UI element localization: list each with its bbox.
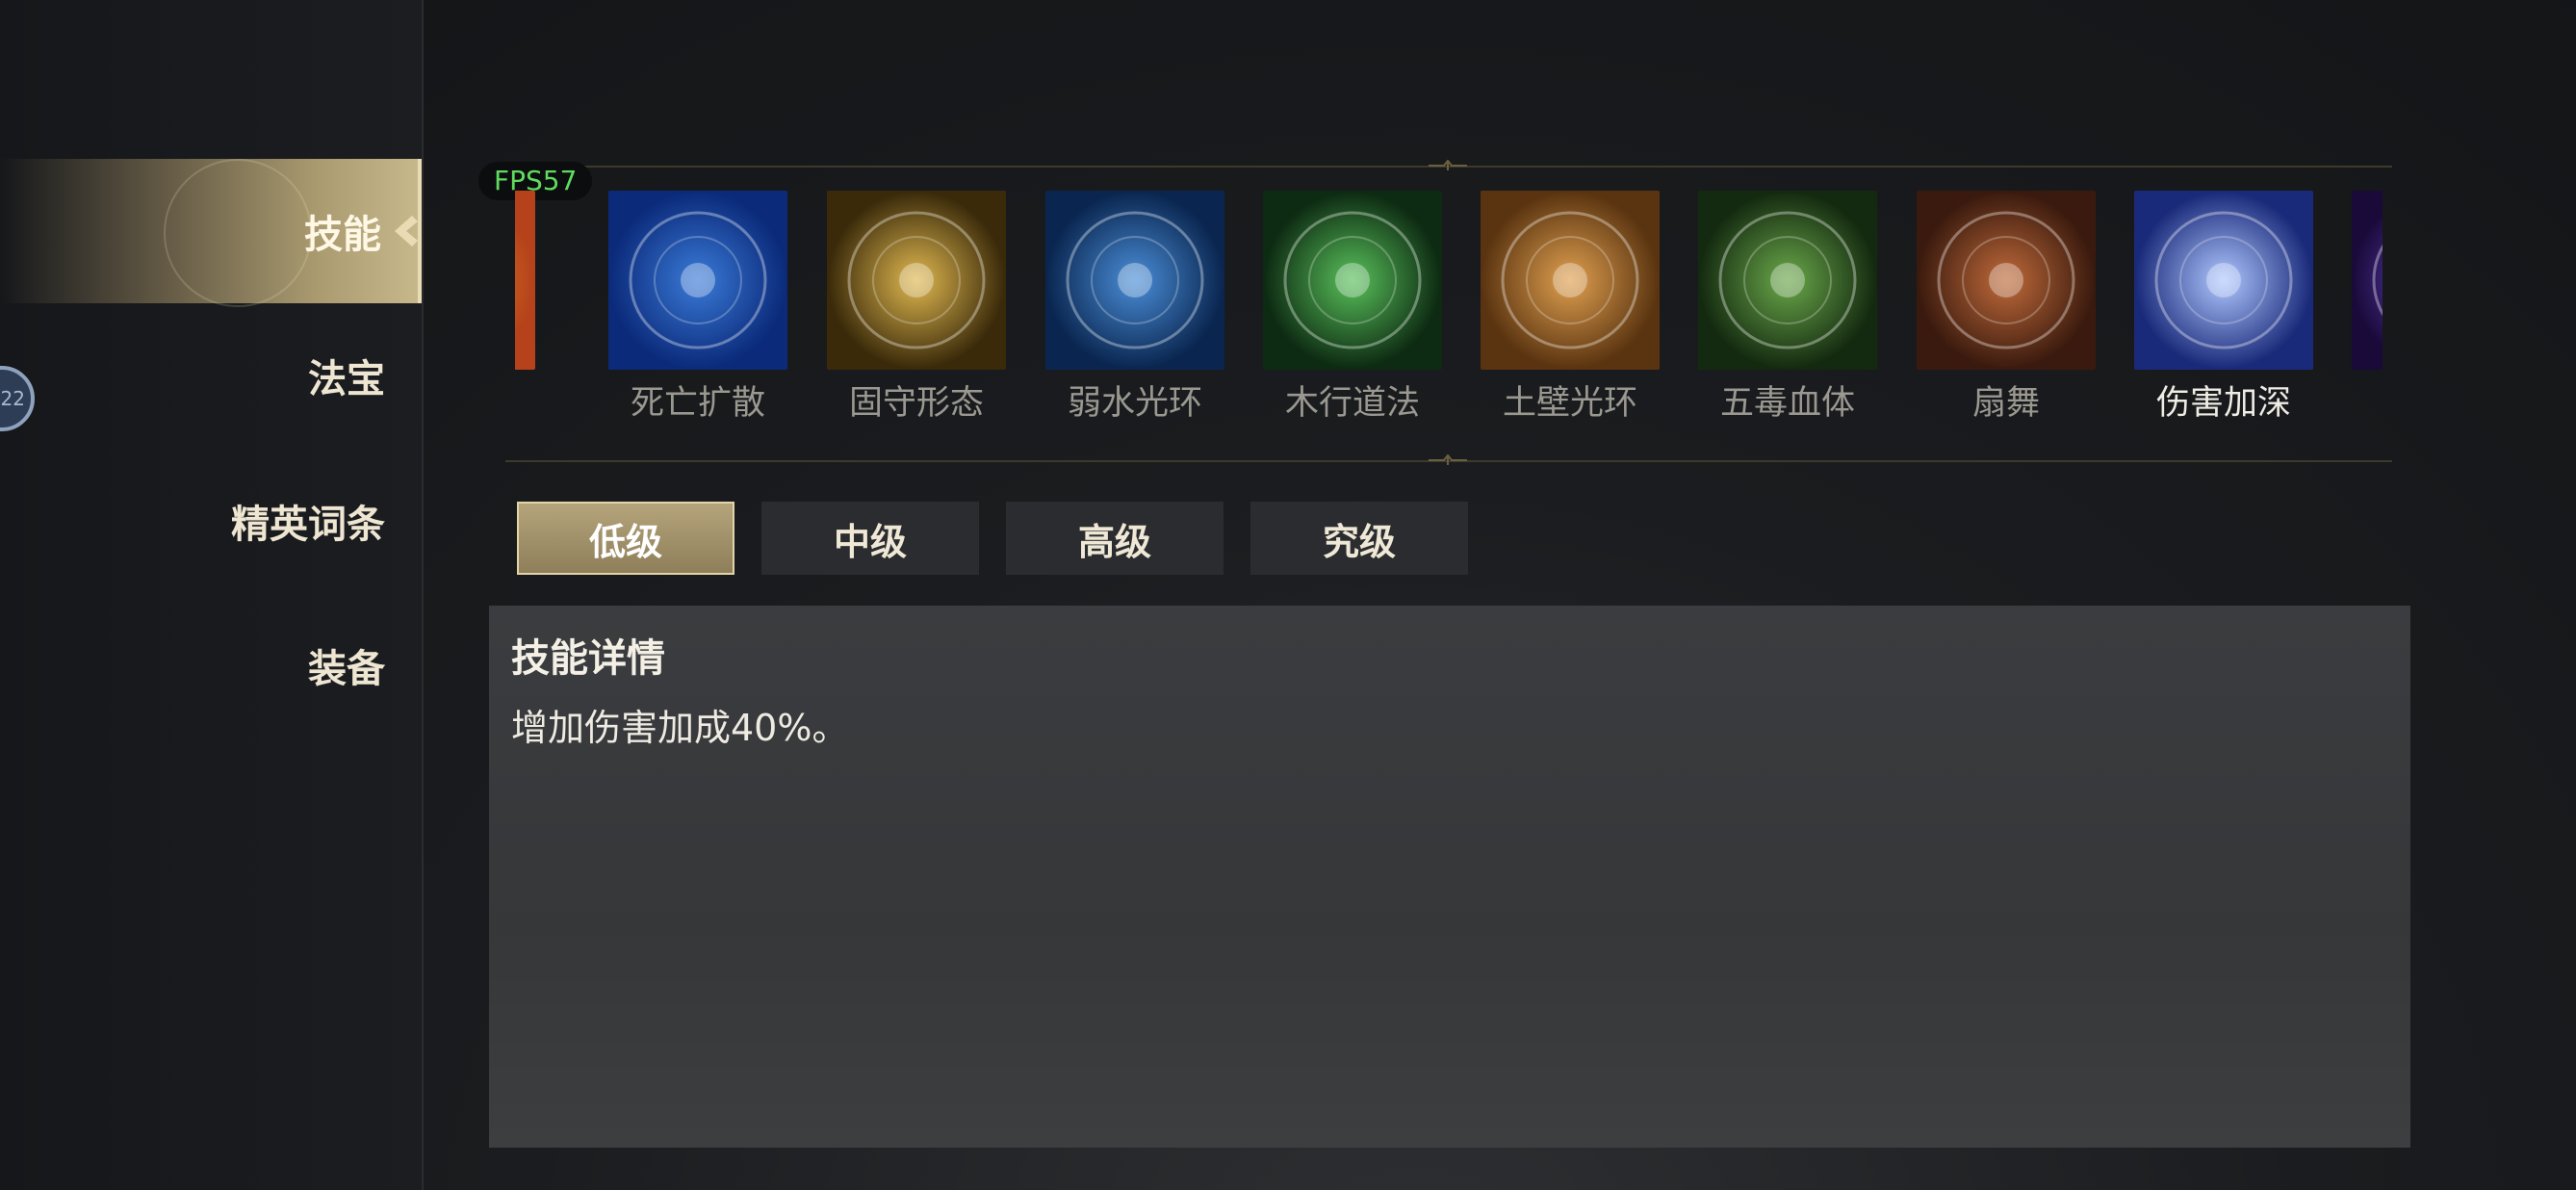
skill-strip: 锁死亡扩散固守形态弱水光环木行道法土壁光环五毒血体扇舞伤害加深局 xyxy=(515,0,2383,443)
tier-label: 低级 xyxy=(588,520,662,563)
earth-ring-icon xyxy=(1481,191,1660,370)
skill-item[interactable]: 扇舞 xyxy=(1917,191,2096,423)
skill-name: 局 xyxy=(2332,375,2383,425)
purple-skill-icon xyxy=(2352,191,2383,370)
tier-tab-high[interactable]: 高级 xyxy=(1006,502,1224,575)
skill-name: 死亡扩散 xyxy=(630,384,765,423)
skill-item[interactable]: 局 xyxy=(2352,191,2383,422)
fire-skill-icon xyxy=(515,191,535,370)
golden-swirl-icon xyxy=(827,191,1006,370)
sidebar-item-label: 技能 xyxy=(304,213,381,257)
sidebar-item-skills[interactable]: 技能 xyxy=(0,159,422,307)
ornament-icon xyxy=(1429,454,1467,465)
skill-name: 弱水光环 xyxy=(1067,384,1202,423)
skill-name: 锁 xyxy=(515,375,554,425)
sidebar-item-elite-affix[interactable]: 精英词条 xyxy=(0,449,422,593)
blue-orb-icon xyxy=(608,191,787,370)
skill-detail-panel: 技能详情 增加伤害加成40%。 xyxy=(489,606,2410,1148)
sidebar: 技能 法宝 精英词条 装备 xyxy=(0,0,424,1190)
tier-tab-low[interactable]: 低级 xyxy=(517,502,734,575)
skill-item[interactable]: 死亡扩散 xyxy=(608,191,787,423)
skill-item[interactable]: 土壁光环 xyxy=(1481,191,1660,423)
sun-decoration-icon xyxy=(164,159,312,307)
tier-tab-mid[interactable]: 中级 xyxy=(761,502,979,575)
sidebar-item-treasure[interactable]: 法宝 xyxy=(0,303,422,448)
meditating-figure-icon xyxy=(2134,191,2313,370)
skill-name: 土壁光环 xyxy=(1502,384,1637,423)
sidebar-item-equipment[interactable]: 装备 xyxy=(0,593,422,737)
tier-label: 究级 xyxy=(1322,520,1396,563)
water-ring-icon xyxy=(1045,191,1224,370)
skill-name: 伤害加深 xyxy=(2155,384,2291,423)
tier-tab-ultimate[interactable]: 究级 xyxy=(1250,502,1468,575)
tier-label: 高级 xyxy=(1077,520,1151,563)
skill-item[interactable]: 五毒血体 xyxy=(1698,191,1877,423)
poison-figure-icon xyxy=(1698,191,1877,370)
skill-name: 五毒血体 xyxy=(1719,384,1855,423)
skill-item[interactable]: 锁 xyxy=(515,191,535,422)
fan-dance-icon xyxy=(1917,191,2096,370)
sidebar-item-label: 法宝 xyxy=(308,357,385,401)
green-vortex-icon xyxy=(1263,191,1442,370)
skill-name: 扇舞 xyxy=(1971,384,2040,423)
skill-item[interactable]: 木行道法 xyxy=(1263,191,1442,423)
skill-item[interactable]: 固守形态 xyxy=(827,191,1006,423)
skill-name: 固守形态 xyxy=(848,384,984,423)
detail-description: 增加伤害加成40%。 xyxy=(511,707,849,749)
detail-title: 技能详情 xyxy=(511,636,665,681)
skill-name: 木行道法 xyxy=(1284,384,1420,423)
badge-text: 22 xyxy=(0,387,25,410)
skill-item[interactable]: 弱水光环 xyxy=(1045,191,1224,423)
sidebar-item-label: 装备 xyxy=(308,647,385,691)
active-indicator-icon xyxy=(395,216,418,246)
tier-label: 中级 xyxy=(833,520,907,563)
sidebar-item-label: 精英词条 xyxy=(231,503,385,547)
skill-item[interactable]: 伤害加深 xyxy=(2134,191,2313,423)
